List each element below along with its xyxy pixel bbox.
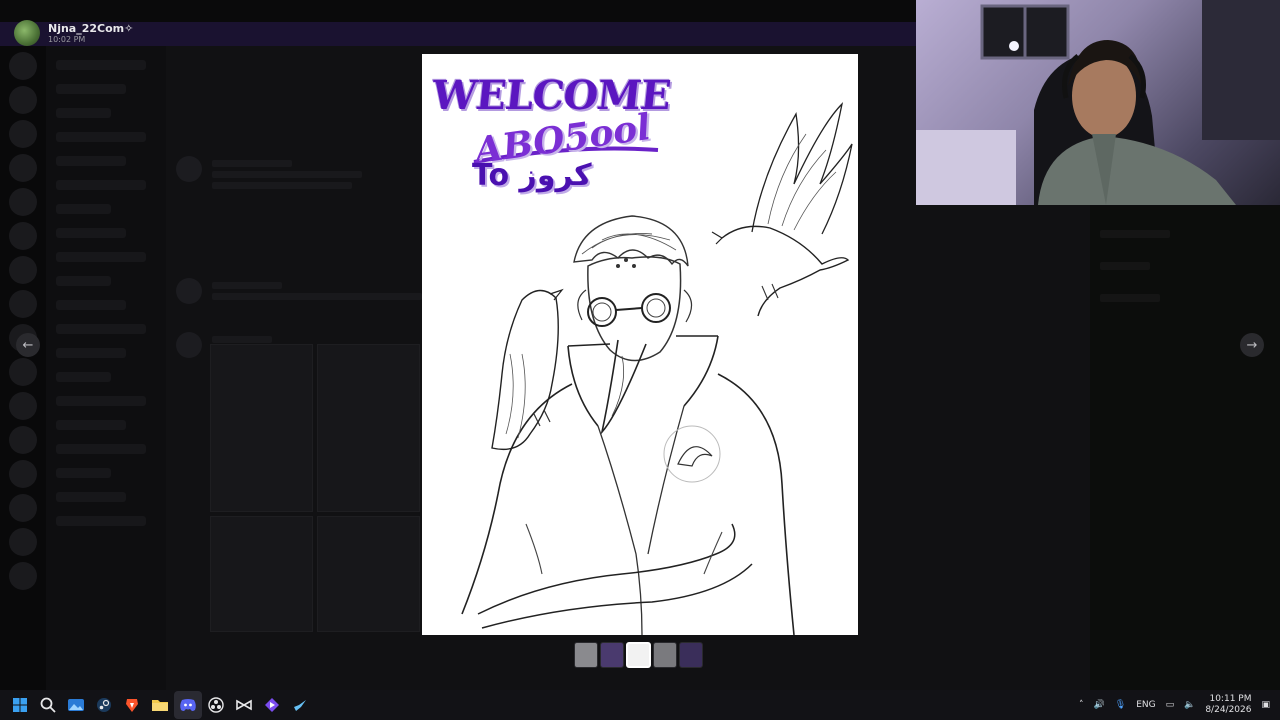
server-icon[interactable]: [9, 392, 37, 420]
server-list: [0, 46, 46, 690]
thumbnail[interactable]: [653, 642, 677, 668]
server-icon[interactable]: [9, 426, 37, 454]
taskbar: ˄ 🔊 🎙 ENG ▭ 🔈 10:11 PM 8/24/2026 ▣: [0, 690, 1280, 720]
chat-message: [176, 156, 362, 193]
list-item[interactable]: [56, 372, 111, 382]
profile-line: [1100, 262, 1150, 270]
server-icon[interactable]: [9, 256, 37, 284]
viewer-header: Njna_22Com✧ 10:02 PM: [14, 20, 133, 46]
profile-line: [1100, 294, 1160, 302]
attachment-grid: [210, 344, 420, 632]
webcam-overlay: [916, 0, 1280, 205]
thumbnail[interactable]: [600, 642, 624, 668]
volume-icon[interactable]: 🔊: [1094, 700, 1105, 710]
server-icon[interactable]: [9, 290, 37, 318]
welcome-to-text: To كروز: [472, 158, 592, 193]
arrow-left-icon: ←: [22, 337, 34, 353]
file-explorer-icon[interactable]: [146, 691, 174, 719]
list-item[interactable]: [56, 180, 146, 190]
next-image-button[interactable]: →: [1240, 333, 1264, 357]
server-icon[interactable]: [9, 120, 37, 148]
webcam-feed: [916, 0, 1280, 205]
server-icon[interactable]: [9, 154, 37, 182]
list-item[interactable]: [56, 108, 111, 118]
attachment-image[interactable]: [317, 344, 420, 512]
thumbnail[interactable]: [574, 642, 598, 668]
attachment-image[interactable]: [210, 344, 313, 512]
attachment-image[interactable]: [210, 516, 313, 632]
list-item[interactable]: [56, 252, 146, 262]
server-icon[interactable]: [9, 86, 37, 114]
list-item[interactable]: [56, 516, 146, 526]
thumbnail-selected[interactable]: [626, 642, 651, 668]
list-item[interactable]: [56, 324, 146, 334]
obs-icon[interactable]: [202, 691, 230, 719]
avatar: [176, 156, 202, 182]
arrow-right-icon: →: [1246, 337, 1258, 353]
steam-icon[interactable]: [90, 691, 118, 719]
system-tray: ˄ 🔊 🎙 ENG ▭ 🔈 10:11 PM 8/24/2026 ▣: [1079, 690, 1270, 720]
list-item[interactable]: [56, 156, 126, 166]
list-item[interactable]: [56, 348, 126, 358]
thumbnail[interactable]: [679, 642, 703, 668]
microphone-icon[interactable]: 🎙: [1115, 700, 1126, 710]
list-item[interactable]: [56, 276, 111, 286]
image-preview: WELCOME ABO5ool To كروز: [422, 54, 858, 635]
avatar: [176, 278, 202, 304]
list-item[interactable]: [56, 228, 126, 238]
vpn-icon[interactable]: [258, 691, 286, 719]
server-icon[interactable]: [9, 358, 37, 386]
search-icon[interactable]: [34, 691, 62, 719]
server-icon[interactable]: [9, 460, 37, 488]
server-icon[interactable]: [9, 188, 37, 216]
list-item[interactable]: [56, 300, 126, 310]
steam-icon-2[interactable]: [286, 691, 314, 719]
chat-message: [176, 278, 422, 304]
server-icon[interactable]: [9, 222, 37, 250]
server-icon[interactable]: [9, 562, 37, 590]
thumbnail-strip: [574, 642, 703, 668]
clock-date: 8/24/2026: [1205, 705, 1252, 715]
list-item[interactable]: [56, 84, 126, 94]
list-item[interactable]: [56, 444, 146, 454]
avatar: [176, 332, 202, 358]
list-item[interactable]: [56, 468, 111, 478]
list-item[interactable]: [56, 60, 146, 70]
author-name[interactable]: Njna_22Com✧: [48, 22, 133, 35]
screen: Njna_22Com✧ 10:02 PM ← → WELCOME ABO5ool…: [0, 0, 1280, 720]
discord-icon[interactable]: [174, 691, 202, 719]
notification-icon[interactable]: ▣: [1261, 700, 1270, 710]
capcut-icon[interactable]: [230, 691, 258, 719]
list-item[interactable]: [56, 132, 146, 142]
photos-icon[interactable]: [62, 691, 90, 719]
attachment-image[interactable]: [317, 516, 420, 632]
avatar[interactable]: [14, 20, 40, 46]
list-item[interactable]: [56, 204, 111, 214]
list-item[interactable]: [56, 396, 146, 406]
language-indicator[interactable]: ENG: [1136, 700, 1155, 710]
direct-messages-list: [46, 46, 166, 690]
windows-start-icon[interactable]: [6, 691, 34, 719]
message-timestamp: 10:02 PM: [48, 35, 86, 44]
server-icon[interactable]: [9, 494, 37, 522]
brave-icon[interactable]: [118, 691, 146, 719]
clock-time: 10:11 PM: [1209, 694, 1252, 704]
list-item[interactable]: [56, 420, 126, 430]
list-item[interactable]: [56, 492, 126, 502]
speaker-icon[interactable]: 🔈: [1184, 700, 1195, 710]
server-icon[interactable]: [9, 528, 37, 556]
clock[interactable]: 10:11 PM 8/24/2026: [1205, 694, 1251, 716]
profile-panel: [1090, 206, 1280, 690]
server-icon[interactable]: [9, 52, 37, 80]
previous-image-button[interactable]: ←: [16, 333, 40, 357]
network-icon[interactable]: ▭: [1166, 700, 1175, 710]
chevron-up-icon[interactable]: ˄: [1079, 700, 1084, 710]
profile-line: [1100, 230, 1170, 238]
